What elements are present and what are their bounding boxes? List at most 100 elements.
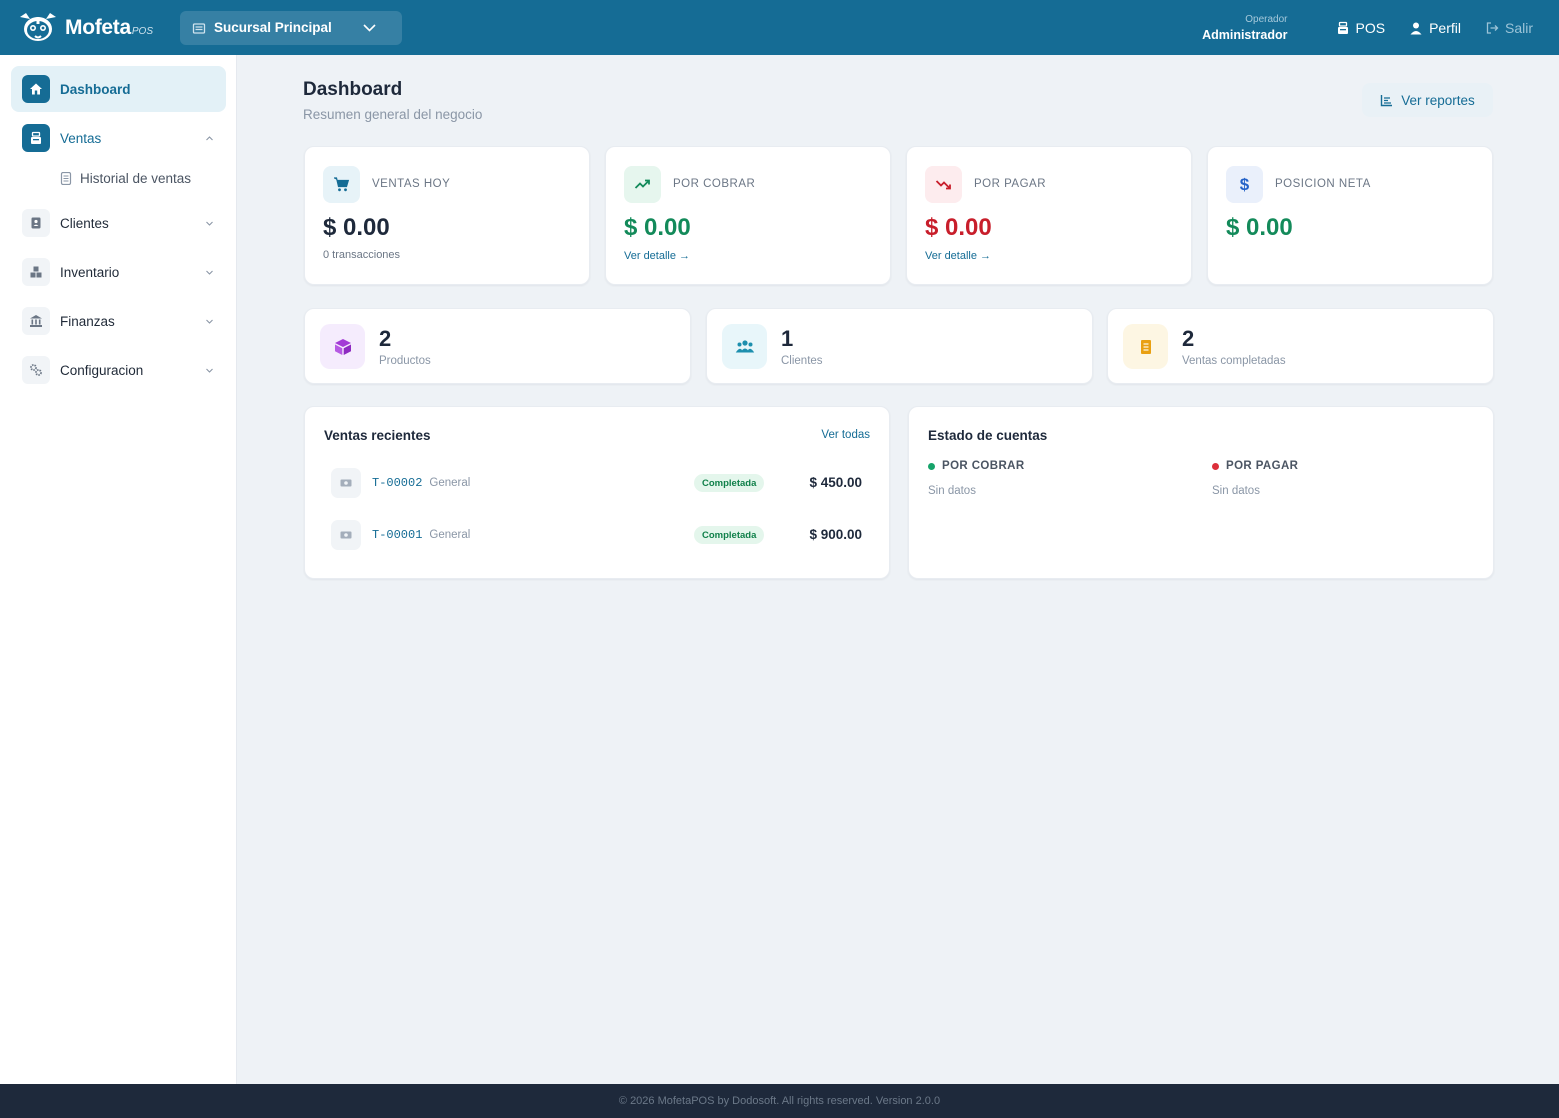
- sale-code: T-00002: [372, 476, 423, 490]
- store-icon: [192, 22, 206, 34]
- footer: © 2026 MofetaPOS by Dodosoft. All rights…: [0, 1084, 1559, 1118]
- app-logo[interactable]: Mofeta POS: [16, 11, 166, 45]
- sidebar-subitem-label: Historial de ventas: [80, 171, 192, 186]
- branch-name: Sucursal Principal: [214, 20, 332, 35]
- sale-amount: $ 900.00: [809, 527, 862, 542]
- cart-icon: [323, 166, 360, 203]
- panel-title: Estado de cuentas: [928, 428, 1048, 443]
- view-detail-link[interactable]: Ver detalle →: [624, 250, 690, 262]
- profile-label: Perfil: [1429, 19, 1461, 36]
- panel-title: Ventas recientes: [324, 428, 431, 443]
- count-card-products: 2 Productos: [304, 308, 691, 384]
- status-badge: Completada: [694, 474, 765, 492]
- chevron-down-icon: [206, 368, 213, 373]
- sidebar-item-label: Dashboard: [60, 81, 131, 97]
- sidebar-item-configuracion[interactable]: Configuracion: [11, 347, 226, 393]
- operator-label: Operador: [1245, 13, 1288, 25]
- sidebar-item-clientes[interactable]: Clientes: [11, 200, 226, 246]
- trend-up-icon: [624, 166, 661, 203]
- green-dot-icon: [928, 462, 935, 470]
- sidebar: Dashboard Ventas Historial de ventas Cli…: [0, 55, 237, 1084]
- receivable-summary: POR COBRAR Sin datos: [928, 460, 1025, 497]
- sidebar-item-ventas[interactable]: Ventas: [11, 115, 226, 161]
- main-content: Dashboard Resumen general del negocio Ve…: [237, 55, 1559, 1084]
- sidebar-item-label: Inventario: [60, 264, 120, 280]
- sidebar-item-label: Clientes: [60, 215, 109, 231]
- sidebar-item-finanzas[interactable]: Finanzas: [11, 298, 226, 344]
- cash-icon: [331, 468, 361, 498]
- payable-empty: Sin datos: [1212, 485, 1260, 497]
- stat-card-sales-today: VENTAS HOY $ 0.00 0 transacciones: [304, 146, 590, 285]
- sale-code: T-00001: [372, 528, 423, 542]
- branch-selector[interactable]: Sucursal Principal: [180, 10, 402, 45]
- receipt-icon: [1123, 324, 1168, 369]
- cash-icon: [331, 520, 361, 550]
- brand-name: Mofeta: [65, 15, 131, 39]
- sale-row[interactable]: T-00001 General Completada $ 900.00: [331, 520, 867, 550]
- top-bar: Mofeta POS Sucursal Principal Operador A…: [0, 0, 1559, 55]
- logout-link[interactable]: Salir: [1485, 20, 1533, 36]
- trend-down-icon: [925, 166, 962, 203]
- stat-label: POR COBRAR: [673, 178, 756, 190]
- pos-link[interactable]: POS: [1336, 19, 1386, 36]
- box-icon: [320, 324, 365, 369]
- receivable-empty: Sin datos: [928, 485, 976, 497]
- gears-icon: [22, 356, 50, 384]
- receipt-icon: [60, 172, 72, 185]
- chart-icon: [1381, 94, 1393, 106]
- chevron-down-icon: [206, 221, 213, 226]
- stat-card-net-position: $ POSICION NETA $ 0.00: [1207, 146, 1493, 285]
- recent-sales-panel: Ventas recientes Ver todas T-00002 Gener…: [304, 406, 890, 579]
- skunk-logo-icon: [20, 12, 56, 41]
- sidebar-item-label: Ventas: [60, 130, 102, 146]
- count-number: 2: [379, 326, 392, 351]
- sale-client: General: [429, 529, 471, 541]
- view-reports-button[interactable]: Ver reportes: [1362, 83, 1493, 117]
- profile-link[interactable]: Perfil: [1409, 20, 1461, 36]
- count-card-clients: 1 Clientes: [706, 308, 1093, 384]
- stat-label: POSICION NETA: [1275, 178, 1371, 190]
- stat-value: $ 0.00: [323, 214, 390, 241]
- page-subtitle: Resumen general del negocio: [303, 107, 483, 122]
- chevron-down-icon: [206, 270, 213, 275]
- operator-info: Operador Administrador: [1202, 14, 1287, 42]
- sale-client: General: [429, 477, 471, 489]
- accounts-status-panel: Estado de cuentas POR COBRAR Sin datos P…: [908, 406, 1494, 579]
- stat-card-payable: POR PAGAR $ 0.00 Ver detalle →: [906, 146, 1192, 285]
- chevron-up-icon: [206, 135, 213, 140]
- users-icon: [722, 324, 767, 369]
- red-dot-icon: [1212, 462, 1219, 470]
- pos-label: POS: [1355, 19, 1386, 36]
- sidebar-item-dashboard[interactable]: Dashboard: [11, 66, 226, 112]
- sale-amount: $ 450.00: [809, 475, 862, 490]
- brand-sub: POS: [131, 25, 153, 37]
- count-number: 2: [1182, 326, 1195, 351]
- count-label: Productos: [379, 355, 431, 367]
- logout-icon: [1486, 21, 1499, 34]
- sidebar-subitem-historial[interactable]: Historial de ventas: [60, 171, 191, 186]
- logout-label: Salir: [1504, 19, 1533, 36]
- count-label: Clientes: [781, 355, 823, 367]
- chevron-down-icon: [363, 23, 376, 32]
- bank-icon: [22, 307, 50, 335]
- operator-name: Administrador: [1202, 27, 1288, 42]
- home-icon: [22, 75, 50, 103]
- status-badge: Completada: [694, 526, 765, 544]
- register-icon: [22, 124, 50, 152]
- receivable-label: POR COBRAR: [942, 460, 1025, 472]
- view-all-link[interactable]: Ver todas: [821, 429, 870, 441]
- chevron-down-icon: [206, 319, 213, 324]
- payable-summary: POR PAGAR Sin datos: [1212, 460, 1298, 497]
- stat-value: $ 0.00: [925, 214, 992, 241]
- user-icon: [1410, 22, 1422, 34]
- count-card-completed-sales: 2 Ventas completadas: [1107, 308, 1494, 384]
- count-number: 1: [781, 326, 794, 351]
- footer-text: © 2026 MofetaPOS by Dodosoft. All rights…: [618, 1095, 941, 1107]
- boxes-icon: [22, 258, 50, 286]
- sale-row[interactable]: T-00002 General Completada $ 450.00: [331, 468, 867, 498]
- sidebar-item-inventario[interactable]: Inventario: [11, 249, 226, 295]
- stat-value: $ 0.00: [1226, 214, 1293, 241]
- dollar-icon: $: [1226, 166, 1263, 203]
- stat-label: POR PAGAR: [974, 178, 1047, 190]
- view-detail-link[interactable]: Ver detalle →: [925, 250, 991, 262]
